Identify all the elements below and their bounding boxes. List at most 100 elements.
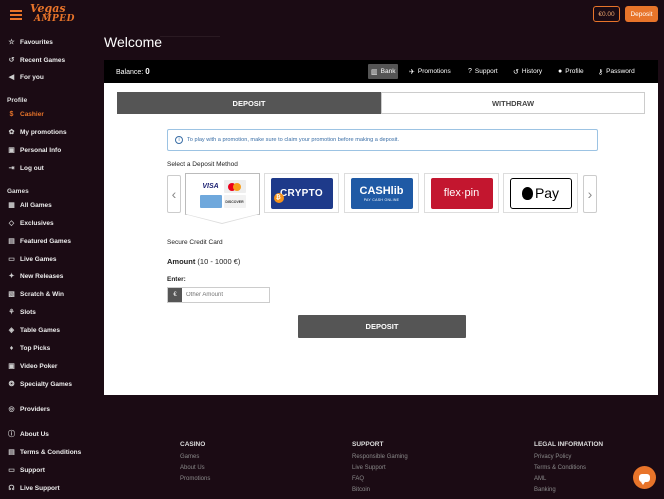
euro-icon: € [168,288,182,302]
footer-link-responsible-gaming[interactable]: Responsible Gaming [352,452,408,463]
sidebar-item-label: Top Picks [20,344,51,352]
footer-support: SUPPORT Responsible Gaming Live Support … [352,441,408,496]
sidebar-item-label: Specialty Games [20,380,73,388]
document-icon: ▤ [8,449,15,456]
discover-card: DISCOVER [223,195,246,208]
sidebar-item-cashier[interactable]: $ Cashier [7,108,44,120]
sidebar-item-label: Support [20,466,45,474]
methods-next-button[interactable]: › [583,175,597,213]
footer-link-terms[interactable]: Terms & Conditions [534,463,603,474]
method-cashlib[interactable]: CASHlib PAY CASH ONLINE [344,173,419,213]
sidebar-item-label: Table Games [20,326,60,334]
live-chat-button[interactable] [633,466,656,489]
cashlib-logo: CASHlib PAY CASH ONLINE [350,177,413,209]
page-title: Welcome [104,34,163,50]
sidebar-item-label: Personal Info [20,146,62,154]
nav-label: Password [606,68,635,75]
slots-icon: ⚘ [8,309,15,316]
thumbs-up-icon: ♦ [9,344,14,352]
sidebar-item-log-out[interactable]: ⇥ Log out [7,162,44,174]
visa-card: VISA [199,180,222,193]
method-credit-card[interactable]: VISA DISCOVER [185,173,260,215]
scratch-icon: ▧ [8,291,15,298]
sidebar-item-scratch-win[interactable]: ▧ Scratch & Win [7,288,64,300]
sidebar-item-providers[interactable]: ◎ Providers [7,403,50,415]
nav-password[interactable]: ⚷ Password [595,64,638,79]
amount-input[interactable] [182,288,269,302]
sidebar: ☆ Favourites ↺ Recent Games ◀ For you Profi… [0,30,98,499]
dollar-icon: $ [9,110,14,118]
sidebar-item-top-picks[interactable]: ♦ Top Picks [7,342,51,354]
tab-deposit[interactable]: DEPOSIT [117,92,381,114]
sidebar-item-label: New Releases [20,272,64,280]
method-apple-pay[interactable]: Pay [503,173,578,213]
hamburger-menu-icon[interactable] [10,10,22,20]
amount-range: (10 - 1000 €) [197,257,241,266]
sidebar-item-about-us[interactable]: ⓘ About Us [7,428,49,440]
sidebar-item-recent-games[interactable]: ↺ Recent Games [7,54,66,66]
sidebar-item-terms[interactable]: ▤ Terms & Conditions [7,446,81,458]
deposit-button[interactable]: DEPOSIT [298,315,466,338]
header-deposit-button[interactable]: Deposit [625,6,658,22]
footer-link-privacy-policy[interactable]: Privacy Policy [534,452,603,463]
video-poker-icon: ▣ [8,363,15,370]
user-icon: ● [558,68,563,75]
tab-withdraw[interactable]: WITHDRAW [381,92,645,114]
sidebar-item-slots[interactable]: ⚘ Slots [7,306,36,318]
sidebar-item-exclusives[interactable]: ◇ Exclusives [7,217,54,229]
history-icon: ↺ [8,57,15,64]
footer-link-about-us[interactable]: About Us [180,463,210,474]
sidebar-item-support[interactable]: ▭ Support [7,464,45,476]
sidebar-item-new-releases[interactable]: ✦ New Releases [7,270,64,282]
grid-icon: ▦ [8,202,15,209]
specialty-icon: ❂ [8,381,15,388]
methods-prev-button[interactable]: ‹ [167,175,181,213]
footer-link-aml[interactable]: AML [534,474,603,485]
headset-icon: ☊ [8,485,15,492]
sidebar-item-all-games[interactable]: ▦ All Games [7,199,52,211]
sidebar-item-live-support[interactable]: ☊ Live Support [7,482,59,494]
sidebar-item-my-promotions[interactable]: ✿ My promotions [7,126,67,138]
method-flexepin[interactable]: flex·pin [424,173,499,213]
sidebar-item-label: For you [20,73,44,81]
footer-link-live-support[interactable]: Live Support [352,463,408,474]
nav-bank[interactable]: ▥ Bank [368,64,399,79]
sidebar-item-featured-games[interactable]: ▤ Featured Games [7,235,71,247]
footer-heading: SUPPORT [352,441,384,448]
cashier-panel: DEPOSIT WITHDRAW i To play with a promot… [104,83,658,395]
sidebar-item-favourites[interactable]: ☆ Favourites [7,36,53,48]
nav-history[interactable]: ↺ History [510,64,545,79]
method-crypto[interactable]: ₿ CRYPTO [264,173,339,213]
sidebar-item-video-poker[interactable]: ▣ Video Poker [7,360,57,372]
sidebar-item-for-you[interactable]: ◀ For you [7,71,44,83]
footer-link-faq[interactable]: FAQ [352,474,408,485]
footer-link-banking[interactable]: Banking [534,485,603,496]
footer-heading: CASINO [180,441,206,448]
star-icon: ☆ [8,39,15,46]
sidebar-item-specialty-games[interactable]: ❂ Specialty Games [7,378,72,390]
chevron-right-icon: › [587,186,593,202]
footer-link-promotions[interactable]: Promotions [180,474,210,485]
amount-label: Amount (10 - 1000 €) [167,257,240,266]
amex-card-icon [199,195,222,208]
diamond-icon: ◇ [8,220,15,227]
nav-profile[interactable]: ● Profile [555,64,587,79]
footer-link-games[interactable]: Games [180,452,210,463]
info-icon: i [175,136,183,144]
footer-heading: LEGAL INFORMATION [534,441,604,448]
flexepin-logo: flex·pin [430,177,493,209]
sidebar-item-live-games[interactable]: ▭ Live Games [7,253,56,265]
sidebar-item-personal-info[interactable]: ▣ Personal Info [7,144,61,156]
sidebar-item-label: Exclusives [20,219,54,227]
apple-icon [521,186,533,200]
nav-promotions[interactable]: ✈ Promotions [406,64,454,79]
nav-support[interactable]: ? Support [465,64,501,79]
sidebar-heading-games: Games [7,188,29,195]
site-logo[interactable]: Vegas AMPED [30,3,75,24]
footer-link-bitcoin[interactable]: Bitcoin [352,485,408,496]
sidebar-item-table-games[interactable]: ◈ Table Games [7,324,60,336]
sidebar-item-label: Scratch & Win [20,290,65,298]
secure-credit-card-label: Secure Credit Card [167,239,223,246]
balance-label-text: Balance: [116,69,144,76]
header-balance[interactable]: €0.00 [593,6,620,22]
